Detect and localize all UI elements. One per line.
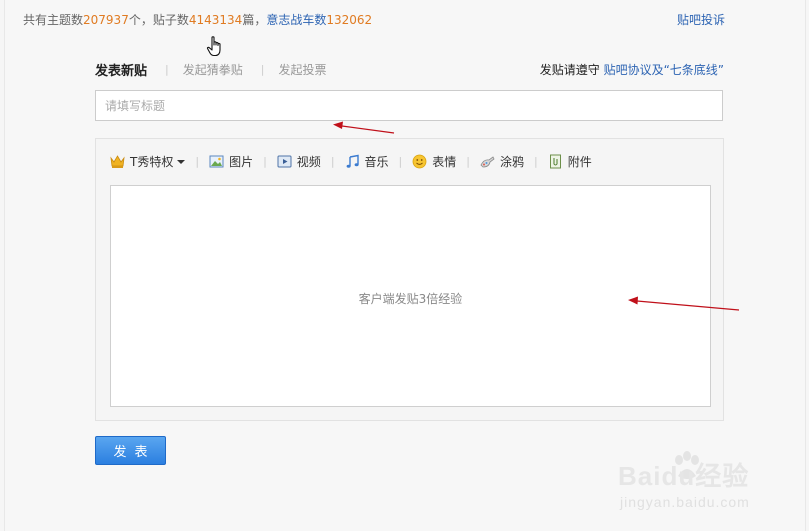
tab-new-post[interactable]: 发表新贴 bbox=[95, 60, 147, 79]
rules-link[interactable]: 贴吧协议及“七条底线” bbox=[604, 63, 724, 77]
hand-cursor-icon bbox=[206, 36, 221, 57]
title-field bbox=[95, 90, 723, 121]
tab-guess-post[interactable]: 发起猜拳贴 bbox=[183, 61, 243, 78]
image-icon bbox=[209, 155, 224, 168]
video-icon bbox=[277, 155, 292, 168]
editor-toolbar: T秀特权 | 图片 | 视频 | 音乐 | 表情 | 涂鸦 | 附件 bbox=[110, 153, 592, 170]
content-placeholder: 客户端发贴3倍经验 bbox=[358, 292, 463, 306]
toolbar-tshow-privilege[interactable]: T秀特权 bbox=[110, 153, 186, 170]
editor-panel: T秀特权 | 图片 | 视频 | 音乐 | 表情 | 涂鸦 | 附件 客户端发贴… bbox=[95, 138, 724, 421]
toolbar-label: 表情 bbox=[432, 155, 457, 169]
post-content-editor[interactable]: 客户端发贴3倍经验 bbox=[110, 185, 711, 407]
toolbar-divider: | bbox=[466, 155, 470, 168]
title-input[interactable] bbox=[96, 91, 722, 120]
toolbar-label: T秀特权 bbox=[130, 155, 174, 169]
toolbar-divider: | bbox=[263, 155, 267, 168]
post-type-tabs: 发表新贴 | 发起猜拳贴 | 发起投票 bbox=[95, 60, 326, 79]
toolbar-divider: | bbox=[534, 155, 538, 168]
team-count: 132062 bbox=[326, 13, 373, 27]
toolbar-video[interactable]: 视频 bbox=[277, 153, 321, 170]
music-icon bbox=[346, 154, 359, 168]
rules-prefix: 发贴请遵守 bbox=[539, 63, 600, 77]
submit-button[interactable]: 发表 bbox=[95, 436, 166, 465]
crown-icon bbox=[110, 155, 125, 168]
posts-unit: 篇 bbox=[242, 13, 255, 27]
toolbar-label: 图片 bbox=[229, 155, 254, 169]
watermark-url: jingyan.baidu.com bbox=[620, 494, 750, 510]
topics-unit: 个 bbox=[128, 13, 141, 27]
toolbar-divider: | bbox=[330, 155, 335, 168]
topics-count: 207937 bbox=[83, 13, 129, 27]
baidu-jingyan-watermark: Baidu经验 jingyan.baidu.com bbox=[618, 450, 768, 520]
toolbar-label: 视频 bbox=[296, 155, 321, 169]
toolbar-image[interactable]: 图片 bbox=[209, 153, 253, 170]
stats-separator: ， bbox=[254, 13, 267, 27]
watermark-brand: Baidu经验 bbox=[618, 461, 750, 491]
tab-vote-post[interactable]: 发起投票 bbox=[278, 61, 326, 78]
forum-stats: 共有主题数207937个，贴子数4143134篇，意志战车数132062 bbox=[23, 11, 372, 28]
posting-rules: 发贴请遵守 贴吧协议及“七条底线” bbox=[540, 61, 724, 78]
topics-label: 共有主题数 bbox=[23, 13, 84, 27]
tab-divider: | bbox=[260, 63, 265, 76]
posts-count: 4143134 bbox=[188, 13, 243, 27]
stats-separator: ， bbox=[140, 13, 153, 27]
team-label-link[interactable]: 意志战车数 bbox=[266, 13, 326, 27]
toolbar-label: 附件 bbox=[567, 155, 592, 169]
attachment-icon bbox=[549, 154, 561, 169]
posts-label: 贴子数 bbox=[152, 13, 189, 27]
smiley-icon bbox=[412, 154, 427, 169]
graffiti-icon bbox=[480, 156, 495, 168]
toolbar-music[interactable]: 音乐 bbox=[345, 153, 389, 170]
report-link[interactable]: 贴吧投诉 bbox=[677, 11, 725, 28]
toolbar-divider: | bbox=[195, 155, 200, 168]
toolbar-attachment[interactable]: 附件 bbox=[548, 153, 592, 170]
tab-divider: | bbox=[165, 63, 169, 76]
toolbar-emoticon[interactable]: 表情 bbox=[412, 153, 456, 170]
chevron-down-icon bbox=[177, 159, 186, 164]
toolbar-label: 涂鸦 bbox=[500, 155, 525, 169]
toolbar-divider: | bbox=[398, 155, 403, 168]
toolbar-label: 音乐 bbox=[364, 155, 389, 169]
toolbar-graffiti[interactable]: 涂鸦 bbox=[480, 153, 524, 170]
